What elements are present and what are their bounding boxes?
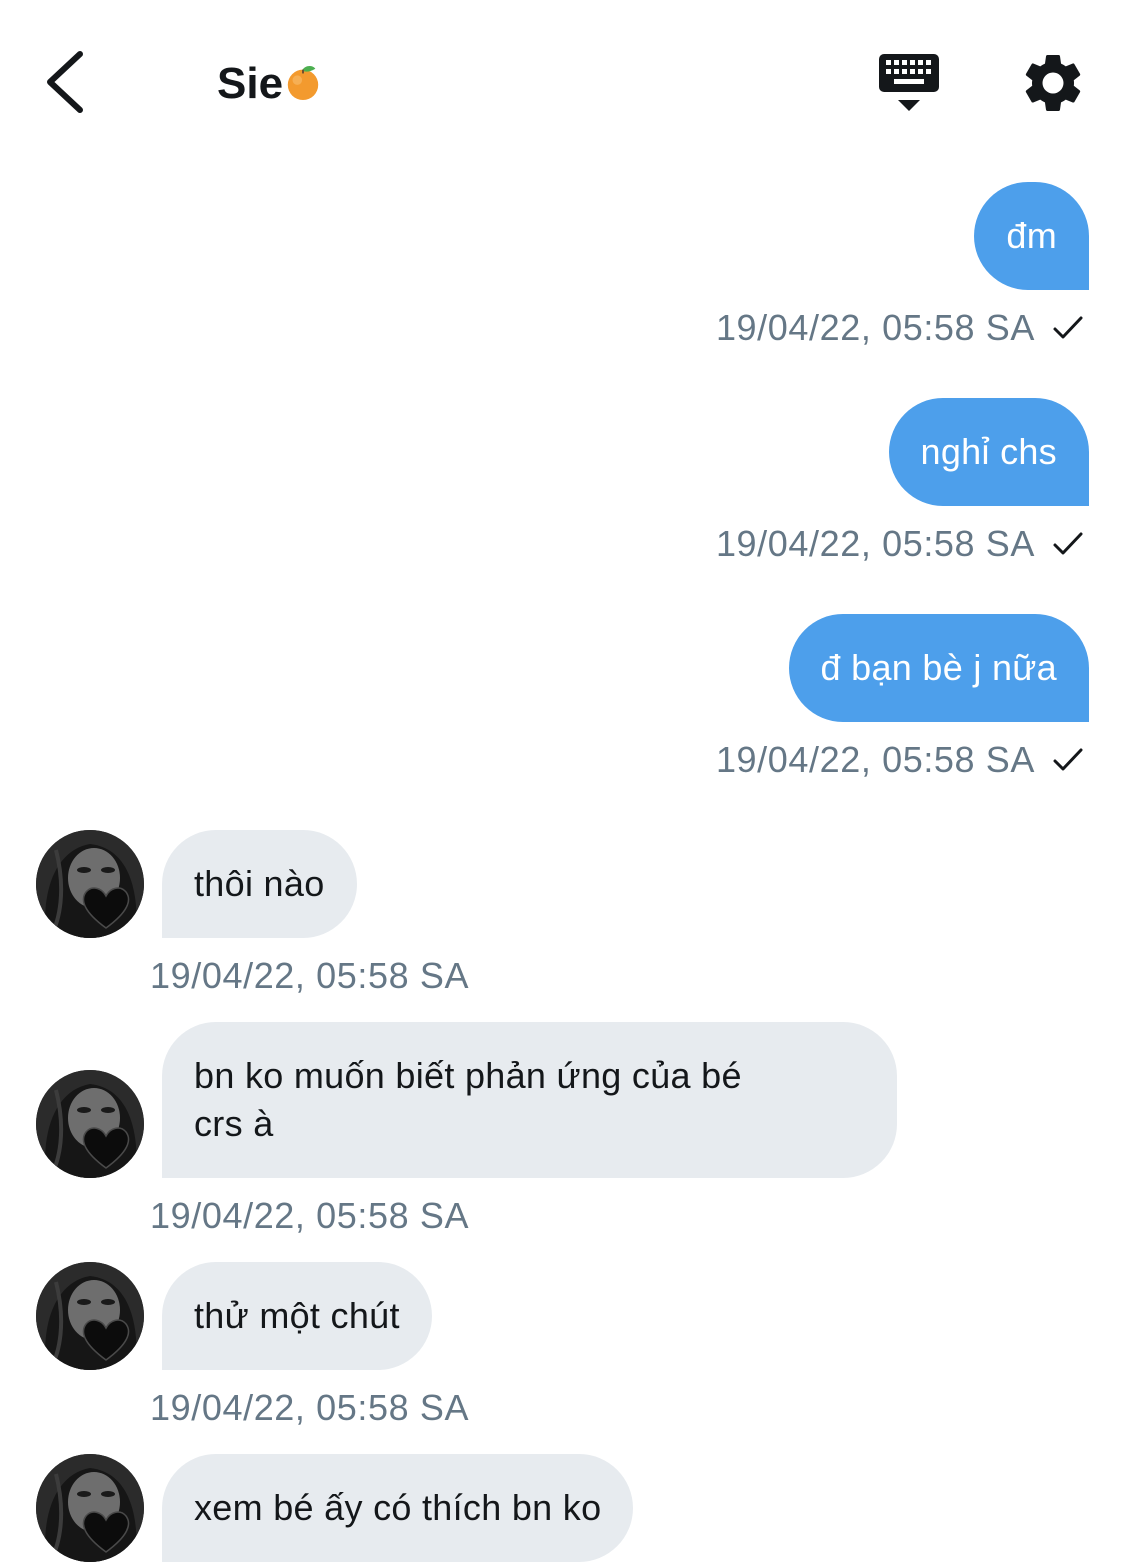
checkmark-icon [1053, 316, 1083, 339]
avatar-image [36, 1454, 144, 1562]
message-text: thôi nào [194, 863, 325, 904]
message-timestamp: 19/04/22, 05:58 SA [715, 739, 1035, 780]
message-timestamp: 19/04/22, 05:58 SA [150, 955, 470, 996]
message-text: đm [1006, 215, 1057, 256]
incoming-message-bubble[interactable]: xem bé ấy có thích bn ko [162, 1454, 634, 1562]
conversation-title[interactable]: Sie [217, 58, 322, 110]
outgoing-message-bubble[interactable]: đ bạn bè j nữa [788, 614, 1089, 722]
avatar-image [36, 1262, 144, 1370]
outgoing-message-bubble[interactable]: đm [974, 182, 1089, 290]
message-text-line: crs à [194, 1103, 274, 1144]
message-text: nghỉ chs [920, 431, 1057, 472]
keyboard-toggle-button[interactable] [874, 48, 944, 118]
message-text: đ bạn bè j nữa [820, 647, 1057, 688]
avatar-image [36, 1070, 144, 1178]
outgoing-message-bubble[interactable]: nghỉ chs [888, 398, 1089, 506]
message-text-line: bn ko muốn biết phản ứng của bé [194, 1055, 742, 1096]
message-timestamp: 19/04/22, 05:58 SA [715, 307, 1035, 348]
message-text: xem bé ấy có thích bn ko [194, 1487, 602, 1528]
message-text: thử một chút [194, 1295, 400, 1336]
message-timestamp: 19/04/22, 05:58 SA [715, 523, 1035, 564]
message-timestamp: 19/04/22, 05:58 SA [150, 1387, 470, 1428]
incoming-message-bubble[interactable]: thôi nào [162, 830, 357, 938]
avatar-image [36, 830, 144, 938]
gear-icon [1025, 54, 1081, 111]
keyboard-icon [879, 54, 939, 111]
contact-name: Sie [217, 59, 284, 108]
message-timestamp: 19/04/22, 05:58 SA [150, 1195, 470, 1236]
incoming-message-bubble[interactable]: bn ko muốn biết phản ứng của bé crs à [162, 1022, 897, 1178]
avatar[interactable] [36, 1454, 144, 1562]
back-button[interactable] [30, 42, 100, 122]
conversation-header: Sie [0, 0, 1125, 150]
incoming-message-bubble[interactable]: thử một chút [162, 1262, 432, 1370]
avatar[interactable] [36, 830, 144, 938]
tangerine-emoji-icon [287, 66, 319, 101]
avatar[interactable] [36, 1262, 144, 1370]
chevron-left-icon [47, 51, 83, 113]
checkmark-icon [1053, 532, 1083, 555]
checkmark-icon [1053, 748, 1083, 771]
avatar[interactable] [36, 1070, 144, 1178]
settings-button[interactable] [1018, 48, 1088, 118]
